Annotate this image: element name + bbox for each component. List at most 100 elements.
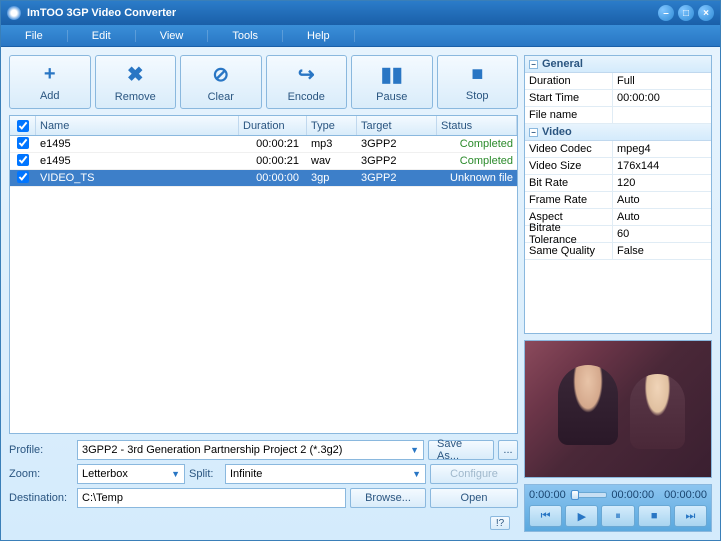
slider-thumb[interactable] bbox=[571, 490, 579, 500]
player-next-button[interactable]: ⏭ bbox=[674, 505, 707, 527]
prop-key: Bitrate Tolerance bbox=[525, 226, 613, 242]
pause-button[interactable]: ▮▮Pause bbox=[351, 55, 433, 109]
row-target: 3GPP2 bbox=[357, 138, 437, 150]
row-duration: 00:00:21 bbox=[239, 138, 307, 150]
open-button[interactable]: Open bbox=[430, 488, 518, 508]
prop-key: Start Time bbox=[525, 90, 613, 106]
prop-key: Same Quality bbox=[525, 243, 613, 259]
row-target: 3GPP2 bbox=[357, 172, 437, 184]
encode-button[interactable]: ↪Encode bbox=[266, 55, 348, 109]
row-checkbox[interactable] bbox=[17, 171, 29, 183]
prop-value[interactable]: Auto bbox=[613, 192, 711, 208]
player-pause-button[interactable]: ⏸ bbox=[601, 505, 634, 527]
add-button[interactable]: + Add bbox=[9, 55, 91, 109]
clear-button[interactable]: ⊘Clear bbox=[180, 55, 262, 109]
clear-button-label: Clear bbox=[208, 91, 234, 103]
prop-row[interactable]: DurationFull bbox=[525, 73, 711, 90]
menu-file[interactable]: File bbox=[13, 30, 68, 42]
seek-slider[interactable] bbox=[570, 492, 608, 498]
prop-value[interactable]: 120 bbox=[613, 175, 711, 191]
save-as-button[interactable]: Save As... bbox=[428, 440, 494, 460]
right-panel: −GeneralDurationFullStart Time00:00:00Fi… bbox=[524, 55, 712, 532]
split-value: Infinite bbox=[230, 468, 262, 480]
minimize-button[interactable]: – bbox=[658, 5, 674, 21]
row-checkbox-cell bbox=[10, 137, 36, 152]
menu-view[interactable]: View bbox=[136, 30, 209, 42]
player-stop-button[interactable]: ■ bbox=[638, 505, 671, 527]
minus-icon[interactable]: − bbox=[529, 128, 538, 137]
prop-value[interactable]: Auto bbox=[613, 209, 711, 225]
row-checkbox[interactable] bbox=[17, 154, 29, 166]
menu-edit[interactable]: Edit bbox=[68, 30, 136, 42]
prop-value[interactable]: 00:00:00 bbox=[613, 90, 711, 106]
prop-row[interactable]: Frame RateAuto bbox=[525, 192, 711, 209]
row-name: VIDEO_TS bbox=[36, 172, 239, 184]
browse-button[interactable]: Browse... bbox=[350, 488, 426, 508]
prop-value[interactable]: 60 bbox=[613, 226, 711, 242]
prop-row[interactable]: Bit Rate120 bbox=[525, 175, 711, 192]
prop-row[interactable]: Bitrate Tolerance60 bbox=[525, 226, 711, 243]
remove-button[interactable]: ✖Remove bbox=[95, 55, 177, 109]
player-prev-button[interactable]: ⏮ bbox=[529, 505, 562, 527]
row-status: Unknown file bbox=[437, 172, 517, 184]
add-button-icon: + bbox=[44, 63, 56, 86]
close-button[interactable]: × bbox=[698, 5, 714, 21]
row-checkbox[interactable] bbox=[17, 137, 29, 149]
video-preview[interactable] bbox=[524, 340, 712, 478]
menu-tools[interactable]: Tools bbox=[208, 30, 283, 42]
prop-row[interactable]: File name bbox=[525, 107, 711, 124]
prop-row[interactable]: Start Time00:00:00 bbox=[525, 90, 711, 107]
prop-value[interactable]: False bbox=[613, 243, 711, 259]
destination-input[interactable]: C:\Temp bbox=[77, 488, 346, 508]
add-button-label: Add bbox=[40, 90, 60, 102]
row-name: e1495 bbox=[36, 155, 239, 167]
minus-icon[interactable]: − bbox=[529, 60, 538, 69]
remove-button-icon: ✖ bbox=[127, 62, 144, 87]
header-target[interactable]: Target bbox=[357, 116, 437, 135]
app-window: ImTOO 3GP Video Converter – □ × FileEdit… bbox=[0, 0, 721, 541]
prop-value[interactable]: Full bbox=[613, 73, 711, 89]
row-duration: 00:00:21 bbox=[239, 155, 307, 167]
table-row[interactable]: e149500:00:21wav3GPP2Completed bbox=[10, 153, 517, 170]
profile-more-button[interactable]: ... bbox=[498, 440, 518, 460]
help-button[interactable]: !? bbox=[490, 516, 510, 530]
header-duration[interactable]: Duration bbox=[239, 116, 307, 135]
zoom-label: Zoom: bbox=[9, 468, 73, 480]
row-name: e1495 bbox=[36, 138, 239, 150]
player-controls: 0:00:00 00:00:00 00:00:00 ⏮▶⏸■⏭ bbox=[524, 484, 712, 532]
status-bar: !? bbox=[9, 514, 518, 532]
prop-value[interactable] bbox=[613, 107, 711, 123]
maximize-button[interactable]: □ bbox=[678, 5, 694, 21]
table-header: Name Duration Type Target Status bbox=[10, 116, 517, 136]
configure-button[interactable]: Configure bbox=[430, 464, 518, 484]
prop-row[interactable]: Video Codecmpeg4 bbox=[525, 141, 711, 158]
timeline: 0:00:00 00:00:00 00:00:00 bbox=[529, 489, 707, 501]
profile-select[interactable]: 3GPP2 - 3rd Generation Partnership Proje… bbox=[77, 440, 424, 460]
header-status[interactable]: Status bbox=[437, 116, 517, 135]
prop-value[interactable]: 176x144 bbox=[613, 158, 711, 174]
stop-button-icon: ■ bbox=[471, 63, 483, 86]
menu-help[interactable]: Help bbox=[283, 30, 355, 42]
row-checkbox-cell bbox=[10, 154, 36, 169]
select-all-checkbox[interactable] bbox=[17, 120, 29, 132]
row-type: mp3 bbox=[307, 138, 357, 150]
table-row[interactable]: VIDEO_TS00:00:003gp3GPP2Unknown file bbox=[10, 170, 517, 187]
pause-button-label: Pause bbox=[376, 91, 407, 103]
prop-group-video[interactable]: −Video bbox=[525, 124, 711, 141]
destination-value: C:\Temp bbox=[82, 492, 123, 504]
prop-value[interactable]: mpeg4 bbox=[613, 141, 711, 157]
stop-button[interactable]: ■Stop bbox=[437, 55, 519, 109]
table-row[interactable]: e149500:00:21mp33GPP2Completed bbox=[10, 136, 517, 153]
zoom-select[interactable]: Letterbox ▼ bbox=[77, 464, 185, 484]
split-select[interactable]: Infinite ▼ bbox=[225, 464, 426, 484]
chevron-down-icon: ▼ bbox=[171, 469, 180, 479]
prop-row[interactable]: Video Size176x144 bbox=[525, 158, 711, 175]
prop-row[interactable]: Same QualityFalse bbox=[525, 243, 711, 260]
prop-group-label: Video bbox=[542, 126, 572, 138]
prop-group-general[interactable]: −General bbox=[525, 56, 711, 73]
header-name[interactable]: Name bbox=[36, 116, 239, 135]
titlebar: ImTOO 3GP Video Converter – □ × bbox=[1, 1, 720, 25]
player-play-button[interactable]: ▶ bbox=[565, 505, 598, 527]
header-type[interactable]: Type bbox=[307, 116, 357, 135]
menubar: FileEditViewToolsHelp bbox=[1, 25, 720, 47]
